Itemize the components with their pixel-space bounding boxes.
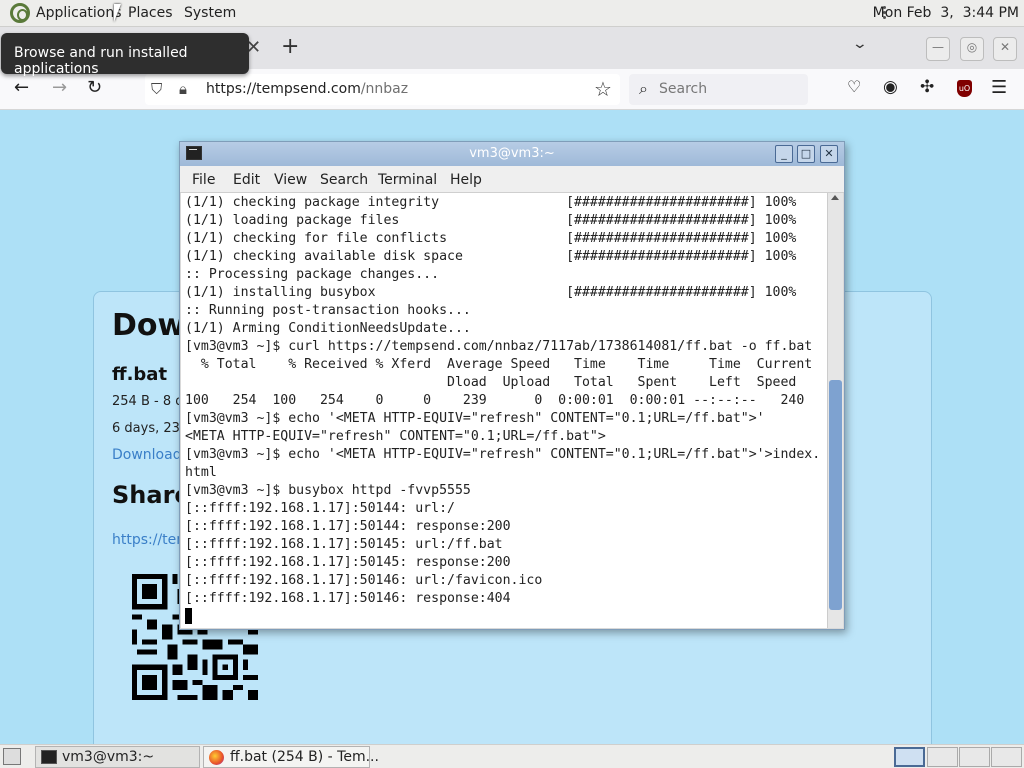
- bottom-taskbar: vm3@vm3:~ ff.bat (254 B) - Tem...: [0, 744, 1024, 768]
- system-menu[interactable]: System: [184, 5, 236, 21]
- terminal-line: [::ffff:192.168.1.17]:50144: url:/: [185, 501, 455, 516]
- terminal-minimize-button[interactable]: _: [775, 145, 793, 163]
- terminal-close-button[interactable]: ✕: [820, 145, 838, 163]
- menu-terminal[interactable]: Terminal: [378, 172, 437, 188]
- terminal-line: [vm3@vm3 ~]$ echo '<META HTTP-EQUIV="ref…: [185, 411, 765, 426]
- terminal-line: :: Running post-transaction hooks...: [185, 303, 471, 318]
- scrollbar-thumb[interactable]: [829, 380, 842, 610]
- terminal-title: vm3@vm3:~: [469, 146, 555, 161]
- clock[interactable]: Mon Feb 3, 3:44 PM: [873, 5, 1019, 21]
- terminal-line: [::ffff:192.168.1.17]:50145: response:20…: [185, 555, 511, 570]
- terminal-line: (1/1) checking package integrity [######…: [185, 195, 797, 210]
- file-age: 6 days, 23: [112, 421, 180, 436]
- close-window-button[interactable]: ✕: [993, 37, 1017, 61]
- taskbar-item-label: vm3@vm3:~: [62, 749, 155, 765]
- places-menu[interactable]: Places: [128, 5, 173, 21]
- tooltip: Browse and run installed applications: [1, 33, 249, 77]
- workspace-4[interactable]: [991, 747, 1022, 767]
- terminal-line: [vm3@vm3 ~]$ busybox httpd -fvvp5555: [185, 483, 471, 498]
- download-heading: Dow: [112, 308, 186, 343]
- menu-search[interactable]: Search: [320, 172, 368, 188]
- menu-edit[interactable]: Edit: [233, 172, 260, 188]
- navigation-toolbar: ← → ↻ ⛉ 🔒︎ https://tempsend.com/nnbaz ☆ …: [0, 69, 1024, 110]
- url-text[interactable]: https://tempsend.com/nnbaz: [206, 81, 408, 97]
- terminal-line: html: [185, 465, 217, 480]
- account-icon[interactable]: ◉: [883, 77, 898, 97]
- terminal-line: [::ffff:192.168.1.17]:50146: url:/favico…: [185, 573, 543, 588]
- taskbar-item-firefox[interactable]: ff.bat (254 B) - Tem...: [203, 746, 379, 768]
- search-icon: ⌕: [639, 79, 648, 98]
- terminal-menubar: File Edit View Search Terminal Help: [180, 166, 844, 193]
- terminal-line: [vm3@vm3 ~]$ curl https://tempsend.com/n…: [185, 339, 813, 354]
- terminal-icon: [41, 750, 57, 764]
- workspace-3[interactable]: [959, 747, 990, 767]
- applications-menu[interactable]: Applications: [36, 5, 122, 21]
- show-desktop-icon[interactable]: [3, 748, 21, 765]
- menu-help[interactable]: Help: [450, 172, 482, 188]
- distro-logo-icon[interactable]: [10, 3, 30, 23]
- reload-icon[interactable]: ↻: [87, 77, 102, 98]
- back-icon[interactable]: ←: [14, 77, 29, 98]
- terminal-line: Dload Upload Total Spent Left Speed: [185, 375, 797, 390]
- terminal-line: (1/1) checking for file conflicts [#####…: [185, 231, 797, 246]
- terminal-line: (1/1) loading package files [###########…: [185, 213, 797, 228]
- search-placeholder: Search: [659, 81, 708, 97]
- text-cursor: [185, 608, 192, 624]
- shield-icon[interactable]: ⛉: [151, 80, 162, 98]
- terminal-line: <META HTTP-EQUIV="refresh" CONTENT="0.1;…: [185, 429, 606, 444]
- terminal-line: [::ffff:192.168.1.17]:50145: url:/ff.bat: [185, 537, 503, 552]
- url-bar[interactable]: ⛉ 🔒︎ https://tempsend.com/nnbaz ☆: [145, 74, 620, 105]
- terminal-maximize-button[interactable]: □: [797, 145, 815, 163]
- taskbar-item-label: ff.bat (254 B) - Tem...: [230, 749, 379, 765]
- terminal-line: (1/1) Arming ConditionNeedsUpdate...: [185, 321, 471, 336]
- terminal-window[interactable]: vm3@vm3:~ _ □ ✕ File Edit View Search Te…: [179, 141, 845, 630]
- menu-view[interactable]: View: [274, 172, 307, 188]
- workspace-1[interactable]: [894, 747, 925, 767]
- terminal-line: % Total % Received % Xferd Average Speed…: [185, 357, 813, 372]
- terminal-output[interactable]: (1/1) checking package integrity [######…: [181, 193, 827, 628]
- firefox-icon: [209, 750, 224, 765]
- scroll-up-arrow-icon[interactable]: [831, 195, 839, 200]
- bookmark-star-icon[interactable]: ☆: [594, 77, 612, 101]
- menu-file[interactable]: File: [192, 172, 215, 188]
- maximize-button[interactable]: ◎: [960, 37, 984, 61]
- ublock-origin-icon[interactable]: uO: [957, 80, 972, 97]
- lock-icon[interactable]: 🔒︎: [179, 80, 187, 98]
- terminal-line: (1/1) checking available disk space [###…: [185, 249, 797, 264]
- terminal-line: 100 254 100 254 0 0 239 0 0:00:01 0:00:0…: [185, 393, 805, 408]
- terminal-line: [::ffff:192.168.1.17]:50146: response:40…: [185, 591, 511, 606]
- workspace-2[interactable]: [927, 747, 958, 767]
- extensions-icon[interactable]: ✣: [920, 77, 934, 97]
- list-tabs-chevron-icon[interactable]: ⌄: [852, 36, 868, 52]
- terminal-titlebar[interactable]: vm3@vm3:~ _ □ ✕: [180, 142, 844, 166]
- pocket-icon[interactable]: ♡: [847, 77, 861, 96]
- new-tab-button[interactable]: +: [281, 34, 299, 59]
- terminal-lines: (1/1) checking package integrity [######…: [185, 194, 820, 608]
- taskbar-item-terminal[interactable]: vm3@vm3:~: [35, 746, 200, 768]
- forward-icon[interactable]: →: [52, 77, 67, 98]
- terminal-line: [vm3@vm3 ~]$ echo '<META HTTP-EQUIV="ref…: [185, 447, 821, 462]
- terminal-line: :: Processing package changes...: [185, 267, 440, 282]
- mouse-pointer-icon: [114, 4, 128, 22]
- file-name: ff.bat: [112, 364, 168, 385]
- hamburger-menu-icon[interactable]: ☰: [991, 77, 1007, 98]
- top-panel: Applications Places System Mon Feb 3, 3:…: [0, 0, 1024, 27]
- terminal-scrollbar[interactable]: [827, 193, 843, 628]
- download-link[interactable]: Download: [112, 447, 182, 463]
- file-meta: 254 B - 8 d: [112, 394, 184, 409]
- terminal-line: [::ffff:192.168.1.17]:50144: response:20…: [185, 519, 511, 534]
- minimize-button[interactable]: —: [926, 37, 950, 61]
- search-input[interactable]: ⌕ Search: [629, 74, 808, 105]
- terminal-line: (1/1) installing busybox [##############…: [185, 285, 797, 300]
